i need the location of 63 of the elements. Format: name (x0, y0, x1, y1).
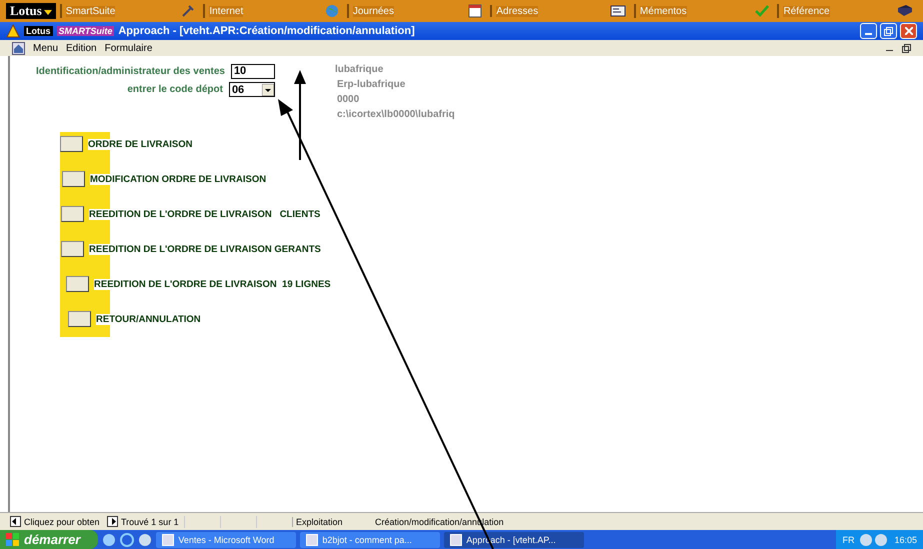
field-label: Identification/administrateur des ventes (35, 66, 225, 77)
window-icon (162, 534, 174, 546)
window-icon (450, 534, 462, 546)
action-button[interactable] (60, 136, 83, 152)
check-icon (755, 4, 770, 18)
action-label: REEDITION DE L'ORDRE DE LIVRAISON GERANTS (89, 244, 321, 254)
taskbar-button[interactable]: Ventes - Microsoft Word (156, 532, 296, 548)
minimize-button[interactable] (860, 23, 877, 39)
card-icon (610, 5, 626, 17)
suite-item[interactable]: Journées (346, 4, 486, 18)
mode-text: Exploitation (292, 516, 372, 526)
action-button[interactable] (61, 241, 84, 257)
menu-item[interactable]: Formulaire (104, 42, 152, 54)
action-label: RETOUR/ANNULATION (96, 314, 201, 324)
app-icon (6, 24, 20, 38)
action-label: REEDITION DE L'ORDRE DE LIVRAISON CLIENTS (89, 208, 320, 220)
menu-item[interactable]: Menu (33, 42, 58, 54)
suite-item[interactable]: SmartSuite (60, 4, 200, 18)
language-indicator[interactable]: FR (842, 534, 854, 544)
action-button[interactable] (66, 276, 89, 292)
close-button[interactable] (900, 23, 917, 39)
clock: 16:05 (894, 534, 917, 544)
info-text: Erp-lubafrique (336, 79, 406, 90)
start-button[interactable]: démarrer (0, 530, 98, 549)
field-label: entrer le code dépot (126, 84, 223, 95)
suite-item[interactable]: Mémentos (634, 4, 774, 18)
close-icon (904, 27, 912, 35)
depot-dropdown[interactable]: 06 (228, 82, 275, 97)
book-icon (896, 4, 913, 18)
caret-icon (44, 10, 52, 15)
windows-logo-icon (6, 532, 20, 546)
tools-icon (181, 4, 196, 18)
suite-item[interactable]: Référence (777, 4, 917, 18)
menu-item[interactable]: Edition (66, 42, 97, 54)
dropdown-arrow-icon (262, 84, 274, 96)
info-text: 0000 (336, 94, 360, 105)
window-title: Approach - [vteht.APR:Création/modification/annulation] (118, 25, 415, 37)
window-icon (306, 534, 318, 546)
smartsuite-logo: SMARTSuite (56, 26, 114, 36)
action-label: MODIFICATION ORDRE DE LIVRAISON (90, 174, 266, 184)
suite-item[interactable]: Adresses (490, 5, 630, 17)
action-button[interactable] (62, 171, 85, 187)
suite-item[interactable]: Internet (203, 4, 343, 18)
calendar-icon (468, 4, 482, 18)
input-field[interactable]: 10 (230, 64, 275, 79)
action-label: ORDRE DE LIVRAISON (88, 138, 193, 150)
record-count: Trouvé 1 sur 1 (121, 516, 180, 526)
browser-icon[interactable] (120, 532, 134, 546)
action-button[interactable] (68, 311, 91, 327)
lotus-menu[interactable]: Lotus (6, 3, 56, 19)
status-hint: Cliquez pour obten (24, 516, 101, 526)
action-label: REEDITION DE L'ORDRE DE LIVRAISON 19 LIGNES (94, 278, 331, 290)
restore-button[interactable] (880, 23, 897, 39)
m-circle-icon[interactable] (138, 532, 152, 546)
lotus-logo: Lotus (24, 26, 52, 36)
info-text: c:\icortex\lb0000\lubafriq (336, 109, 455, 120)
action-button[interactable] (61, 206, 84, 222)
taskbar-button[interactable]: b2bjot - comment pa... (300, 532, 440, 548)
home-icon[interactable] (12, 42, 25, 54)
tray-icon[interactable] (859, 532, 890, 546)
globe-icon (324, 4, 339, 18)
quick-launch-icon[interactable] (102, 532, 116, 546)
info-text: lubafrique (334, 64, 384, 75)
